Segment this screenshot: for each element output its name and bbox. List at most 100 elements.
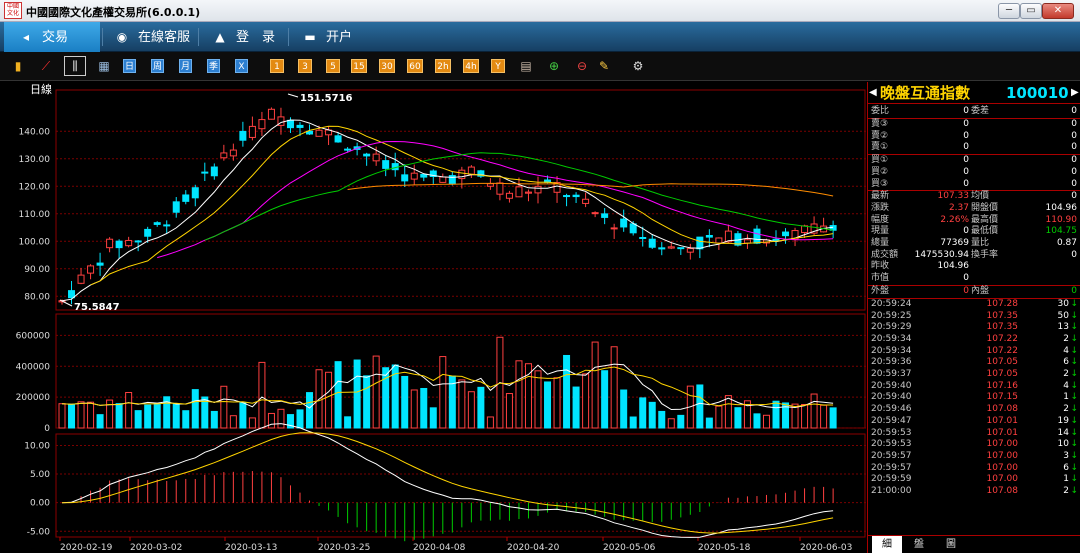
period-month-button[interactable]: 月 <box>179 59 192 73</box>
volume-ma5-line <box>61 363 834 411</box>
volume-bar-down <box>296 409 304 429</box>
year-button[interactable]: Y <box>491 59 505 73</box>
row-value-2: 104.96 <box>1045 202 1078 213</box>
tick-time: 20:59:29 <box>871 322 912 333</box>
hour-4-button[interactable]: 4h <box>463 59 479 73</box>
volume-bar-down <box>829 407 837 429</box>
tab-detail[interactable]: 細 <box>872 536 902 553</box>
minute-60-button[interactable]: 60 <box>407 59 423 73</box>
macd-dea-line <box>61 432 834 534</box>
minute-15-button[interactable]: 15 <box>351 59 367 73</box>
volume-bar-down <box>344 416 352 429</box>
nav-login[interactable]: ▲ 登 录 <box>204 22 284 52</box>
prev-symbol-icon[interactable]: ◀ <box>869 87 877 98</box>
tick-price: 107.05 <box>986 357 1019 368</box>
price-tick-label: 80.00 <box>24 292 50 302</box>
period-x-button[interactable]: X <box>235 59 248 73</box>
volume-bar-down <box>601 370 609 429</box>
candle-down <box>601 213 609 218</box>
ask-qty: 0 <box>1071 130 1077 141</box>
row-label: 買② <box>871 166 889 177</box>
volume-bar-up <box>87 401 95 429</box>
arrow-icon: ◂ <box>22 30 30 44</box>
volume-bar-down <box>401 375 409 429</box>
zoom-in-icon[interactable]: ⊕ <box>546 59 562 73</box>
period-quarter-button[interactable]: 季 <box>207 59 220 73</box>
nav-online-service[interactable]: ◉ 在線客服 <box>104 22 194 52</box>
date-tick-label: 2020-03-25 <box>318 543 370 553</box>
line-chart-icon[interactable]: ⟋ <box>38 59 54 73</box>
volume-bar-down <box>563 354 571 429</box>
candle-up <box>372 153 380 162</box>
minute-30-button[interactable]: 30 <box>379 59 395 73</box>
row-label-2: 最低價 <box>971 226 999 237</box>
main-nav: ◂ 交易 ◉ 在線客服 ▲ 登 录 ▬ 开户 <box>0 22 1080 52</box>
nav-open-account[interactable]: ▬ 开户 <box>294 22 374 52</box>
row-label: 現量 <box>871 226 890 237</box>
volume-bar-up <box>553 377 561 429</box>
volume-bar-up <box>801 404 809 429</box>
quote-header: ◀ 晚盤互通指數 100010 ▶ <box>868 82 1080 104</box>
bar-chart-icon[interactable]: ▮ <box>10 59 26 73</box>
volume-bar-up <box>220 385 228 429</box>
tick-price: 107.35 <box>986 322 1019 333</box>
candle-up <box>87 265 95 274</box>
period-week-button[interactable]: 周 <box>151 59 164 73</box>
period-day-button[interactable]: 日 <box>123 59 136 73</box>
kline-chart[interactable]: 日線 140.00 130.00 120.00 110.00 100.00 90.00 80.… <box>0 82 866 553</box>
nav-trade[interactable]: ◂ 交易 <box>4 22 100 52</box>
kline-chart-area[interactable]: 日線 140.00 130.00 120.00 110.00 100.00 90.00 80.… <box>0 82 866 553</box>
ask-row: 賣② 0 0 <box>868 131 1080 142</box>
volume-bar-up <box>229 415 237 429</box>
macd-tick-label: 0.00 <box>30 499 50 509</box>
tick-qty: 1 <box>1063 392 1069 403</box>
chart-toolbar: ▮ ⟋ ⫼ ▦ 日 周 月 季 X 1 3 5 15 30 60 2h 4h Y… <box>0 52 1080 81</box>
calendar-icon[interactable]: ▦ <box>96 59 112 73</box>
candle-up <box>439 176 447 183</box>
tick-time: 20:59:34 <box>871 345 912 356</box>
tick-time: 20:59:25 <box>871 310 912 321</box>
tab-orderbook[interactable]: 盤 <box>904 536 934 553</box>
stat-row: 成交額 1475530.94 換手率 0 <box>868 250 1080 261</box>
tick-time: 20:59:24 <box>871 298 912 309</box>
nav-divider <box>288 28 289 46</box>
volume-bar-up <box>724 395 732 429</box>
volume-bar-up <box>267 412 275 429</box>
down-arrow-icon: ↓ <box>1070 439 1078 450</box>
volume-bar-up <box>325 371 333 429</box>
tab-chart[interactable]: 圖 <box>936 536 966 553</box>
minute-1-button[interactable]: 1 <box>270 59 284 73</box>
candlestick-icon[interactable]: ⫼ <box>64 56 86 76</box>
volume-bar-down <box>620 389 628 429</box>
gear-icon[interactable]: ⚙ <box>630 59 646 73</box>
nav-divider <box>102 28 103 46</box>
candle-up <box>229 149 237 157</box>
zoom-out-icon[interactable]: ⊖ <box>574 59 590 73</box>
minute-5-button[interactable]: 5 <box>326 59 340 73</box>
down-arrow-icon: ↓ <box>1070 427 1078 438</box>
next-symbol-icon[interactable]: ▶ <box>1071 87 1079 98</box>
row-value-2: 0.87 <box>1056 238 1077 248</box>
volume-bar-down <box>753 413 761 429</box>
volume-tick-label: 600000 <box>16 331 51 341</box>
row-value: 0 <box>963 106 969 116</box>
close-button[interactable]: ✕ <box>1042 3 1074 19</box>
draw-tool-icon[interactable]: ✎ <box>596 59 612 73</box>
indicator-icon[interactable]: ▤ <box>518 59 534 73</box>
volume-bar-down <box>239 402 247 429</box>
price-tick-label: 140.00 <box>19 127 51 137</box>
candle-down <box>191 187 199 199</box>
volume-bar-up <box>505 393 513 429</box>
row-label: 外盤 <box>871 285 890 296</box>
maximize-button[interactable]: ▭ <box>1020 3 1042 19</box>
minimize-button[interactable]: ─ <box>998 3 1020 19</box>
tick-time: 21:00:00 <box>871 486 912 496</box>
row-label: 賣③ <box>871 119 889 129</box>
nav-service-label: 在線客服 <box>138 30 191 45</box>
candle-down <box>401 174 409 182</box>
tick-time: 20:59:57 <box>871 462 912 473</box>
tick-qty: 6 <box>1063 462 1069 473</box>
tick-time: 20:59:40 <box>871 380 912 391</box>
hour-2-button[interactable]: 2h <box>435 59 451 73</box>
minute-3-button[interactable]: 3 <box>298 59 312 73</box>
